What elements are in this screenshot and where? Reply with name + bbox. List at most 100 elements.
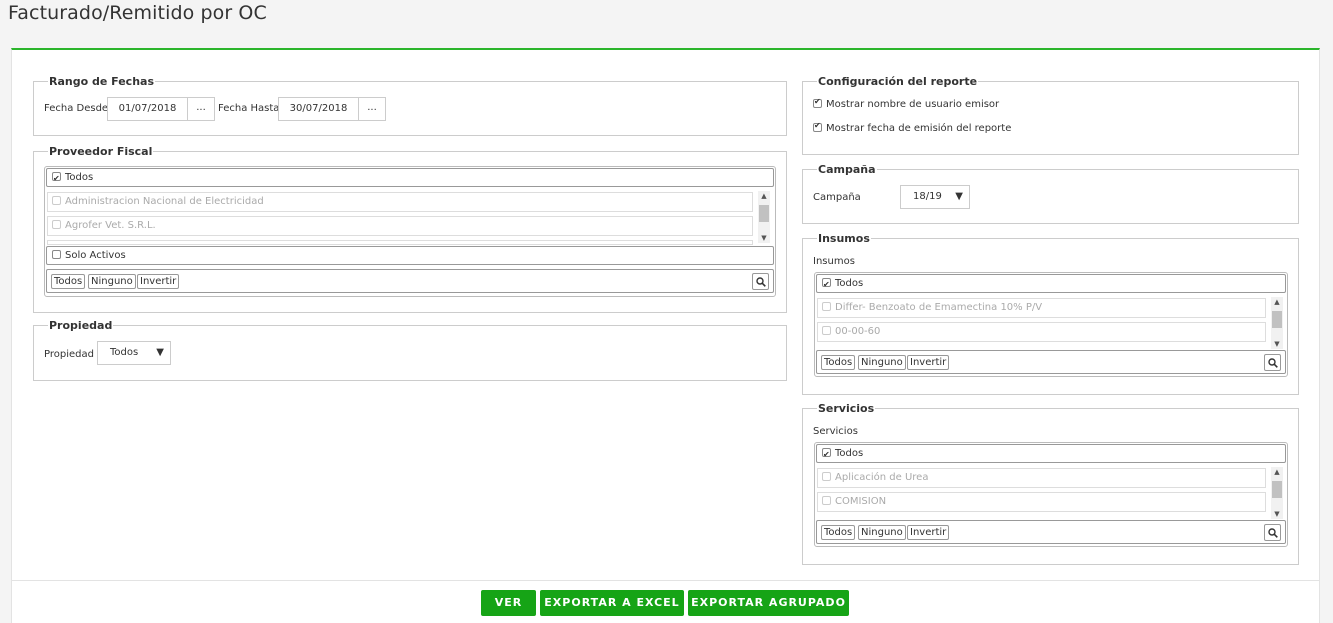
select-none-button[interactable]: Ninguno xyxy=(88,274,136,289)
proveedor-legend: Proveedor Fiscal xyxy=(48,145,154,158)
date-range-legend: Rango de Fechas xyxy=(48,75,155,88)
propiedad-group: Propiedad Propiedad Todos ▼ xyxy=(33,319,787,381)
propiedad-select[interactable]: Todos ▼ xyxy=(97,341,171,365)
propiedad-label: Propiedad xyxy=(44,349,94,360)
checkbox-icon xyxy=(813,121,822,132)
show-date-checkbox[interactable]: Mostrar fecha de emisión del reporte xyxy=(813,121,1012,134)
fecha-hasta-value[interactable]: 30/07/2018 xyxy=(279,98,359,120)
servicios-toolbar: Todos Ninguno Invertir xyxy=(816,520,1286,544)
date-range-group: Rango de Fechas Fecha Desde 01/07/2018 .… xyxy=(33,75,787,136)
search-icon xyxy=(1268,358,1278,368)
select-all-button[interactable]: Todos xyxy=(821,525,856,540)
select-none-button[interactable]: Ninguno xyxy=(858,355,906,370)
campana-select-value: 18/19 xyxy=(913,191,942,202)
checkbox-icon xyxy=(52,250,61,259)
servicios-group: Servicios Servicios Todos Aplicación de … xyxy=(802,402,1299,565)
solo-activos-label: Solo Activos xyxy=(65,250,126,261)
show-user-label: Mostrar nombre de usuario emisor xyxy=(826,99,1000,110)
ver-button[interactable]: VER xyxy=(481,590,536,616)
select-none-button[interactable]: Ninguno xyxy=(858,525,906,540)
servicios-todos-checkbox[interactable]: Todos xyxy=(816,444,1286,463)
search-icon xyxy=(1268,528,1278,538)
checkbox-icon xyxy=(52,196,61,205)
campana-legend: Campaña xyxy=(817,163,877,176)
scroll-down-icon[interactable]: ▼ xyxy=(758,233,770,243)
insumos-todos-checkbox[interactable]: Todos xyxy=(816,274,1286,293)
search-button[interactable] xyxy=(1264,354,1281,371)
select-all-button[interactable]: Todos xyxy=(51,274,86,289)
scroll-down-icon[interactable]: ▼ xyxy=(1271,509,1283,519)
fecha-hasta-picker-button[interactable]: ... xyxy=(359,98,385,120)
scroll-up-icon[interactable]: ▲ xyxy=(1271,467,1283,477)
show-user-checkbox[interactable]: Mostrar nombre de usuario emisor xyxy=(813,97,1000,110)
export-excel-button[interactable]: EXPORTAR A EXCEL xyxy=(540,590,684,616)
search-icon xyxy=(756,277,766,287)
insumos-legend: Insumos xyxy=(817,232,871,245)
insumos-toolbar: Todos Ninguno Invertir xyxy=(816,350,1286,374)
search-button[interactable] xyxy=(752,273,769,290)
checkbox-icon xyxy=(822,276,831,293)
servicios-scrollbar[interactable]: ▲ ▼ xyxy=(1271,467,1283,519)
fecha-hasta-label: Fecha Hasta xyxy=(218,103,280,114)
list-item-label: Administracion Nacional de Electricidad xyxy=(65,196,264,207)
fecha-desde-value[interactable]: 01/07/2018 xyxy=(108,98,188,120)
scroll-thumb[interactable] xyxy=(1272,481,1282,498)
invert-selection-button[interactable]: Invertir xyxy=(907,525,950,540)
export-grouped-button[interactable]: EXPORTAR AGRUPADO xyxy=(688,590,849,616)
config-group: Configuración del reporte Mostrar nombre… xyxy=(802,75,1299,155)
servicios-todos-label: Todos xyxy=(835,448,864,459)
chevron-down-icon: ▼ xyxy=(156,347,164,358)
checkbox-icon xyxy=(822,496,831,505)
list-item-label: Agrofer Vet. S.R.L. xyxy=(65,220,156,231)
invert-selection-button[interactable]: Invertir xyxy=(137,274,180,289)
checkbox-icon xyxy=(52,170,61,187)
report-panel: Rango de Fechas Fecha Desde 01/07/2018 .… xyxy=(11,48,1320,623)
proveedor-scrollbar[interactable]: ▲ ▼ xyxy=(758,191,770,243)
proveedor-item[interactable] xyxy=(47,240,753,245)
proveedor-todos-label: Todos xyxy=(65,172,94,183)
servicios-item[interactable]: Aplicación de Urea xyxy=(817,468,1266,488)
campana-label: Campaña xyxy=(813,192,861,203)
fecha-desde-label: Fecha Desde xyxy=(44,103,109,114)
servicios-label: Servicios xyxy=(813,426,858,437)
insumos-group: Insumos Insumos Todos Differ- Benzoato d… xyxy=(802,232,1299,395)
fecha-desde-picker-button[interactable]: ... xyxy=(188,98,214,120)
list-item-label: 00-00-60 xyxy=(835,326,881,337)
proveedor-listbox: Todos Administracion Nacional de Electri… xyxy=(44,166,776,297)
campana-select[interactable]: 18/19 ▼ xyxy=(900,185,970,209)
list-item-label: Aplicación de Urea xyxy=(835,472,929,483)
page-title: Facturado/Remitido por OC xyxy=(8,2,267,24)
solo-activos-checkbox[interactable]: Solo Activos xyxy=(46,246,774,265)
scroll-down-icon[interactable]: ▼ xyxy=(1271,339,1283,349)
checkbox-icon xyxy=(822,446,831,463)
insumos-listbox: Todos Differ- Benzoato de Emamectina 10%… xyxy=(814,272,1288,377)
search-button[interactable] xyxy=(1264,524,1281,541)
propiedad-select-value: Todos xyxy=(110,347,139,358)
proveedor-item[interactable]: Administracion Nacional de Electricidad xyxy=(47,192,753,212)
fecha-hasta-input[interactable]: 30/07/2018 ... xyxy=(278,97,386,121)
checkbox-icon xyxy=(52,220,61,229)
scroll-up-icon[interactable]: ▲ xyxy=(758,191,770,201)
invert-selection-button[interactable]: Invertir xyxy=(907,355,950,370)
fecha-desde-input[interactable]: 01/07/2018 ... xyxy=(107,97,215,121)
insumos-scrollbar[interactable]: ▲ ▼ xyxy=(1271,297,1283,349)
show-date-label: Mostrar fecha de emisión del reporte xyxy=(826,123,1012,134)
servicios-item[interactable]: COMISION xyxy=(817,492,1266,512)
config-legend: Configuración del reporte xyxy=(817,75,979,88)
proveedor-item[interactable]: Agrofer Vet. S.R.L. xyxy=(47,216,753,236)
select-all-button[interactable]: Todos xyxy=(821,355,856,370)
chevron-down-icon: ▼ xyxy=(955,191,963,202)
proveedor-toolbar: Todos Ninguno Invertir xyxy=(46,269,774,293)
checkbox-icon xyxy=(822,326,831,335)
propiedad-legend: Propiedad xyxy=(48,319,114,332)
insumos-item[interactable]: 00-00-60 xyxy=(817,322,1266,342)
list-item-label: Differ- Benzoato de Emamectina 10% P/V xyxy=(835,302,1043,313)
footer-divider xyxy=(12,580,1319,581)
insumos-label: Insumos xyxy=(813,256,855,267)
checkbox-icon xyxy=(813,97,822,108)
scroll-up-icon[interactable]: ▲ xyxy=(1271,297,1283,307)
insumos-item[interactable]: Differ- Benzoato de Emamectina 10% P/V xyxy=(817,298,1266,318)
scroll-thumb[interactable] xyxy=(759,205,769,222)
proveedor-todos-checkbox[interactable]: Todos xyxy=(46,168,774,187)
scroll-thumb[interactable] xyxy=(1272,311,1282,328)
